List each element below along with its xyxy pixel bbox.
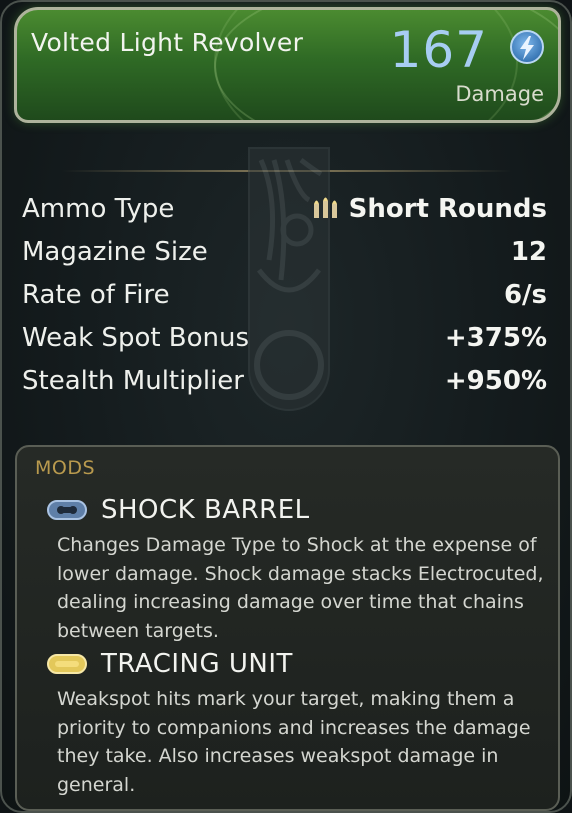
stat-row-magazine-size: Magazine Size 12 <box>22 237 547 280</box>
mods-panel: MODS SHOCK BARREL Changes Damage Type to… <box>15 445 560 811</box>
weapon-tooltip-card: Volted Light Revolver 167 Damage Ammo Ty… <box>0 0 572 813</box>
damage-label: Damage <box>455 82 544 106</box>
stat-value: 6/s <box>503 280 547 310</box>
mod-description: Changes Damage Type to Shock at the expe… <box>57 534 544 642</box>
damage-value: 167 <box>389 21 488 79</box>
stat-label: Magazine Size <box>22 237 208 267</box>
stat-row-weak-spot-bonus: Weak Spot Bonus +375% <box>22 323 547 366</box>
stat-label: Weak Spot Bonus <box>22 323 250 353</box>
mods-header: MODS <box>35 457 96 479</box>
mod-name: TRACING UNIT <box>101 649 293 679</box>
lightning-bolt-icon <box>510 30 544 64</box>
short-rounds-ammo-icon <box>313 197 337 218</box>
stat-row-stealth-multiplier: Stealth Multiplier +950% <box>22 366 547 409</box>
stat-row-ammo-type: Ammo Type Short Rounds <box>22 194 547 237</box>
tracing-unit-mod-icon <box>47 654 87 674</box>
stat-label: Ammo Type <box>22 194 175 224</box>
mod-name: SHOCK BARREL <box>101 495 310 525</box>
weapon-name: Volted Light Revolver <box>31 28 304 57</box>
stat-label: Stealth Multiplier <box>22 366 244 396</box>
stat-row-rate-of-fire: Rate of Fire 6/s <box>22 280 547 323</box>
mod-description: Weakspot hits mark your target, making t… <box>57 688 531 796</box>
stat-label: Rate of Fire <box>22 280 170 310</box>
stats-list: Ammo Type Short Rounds Magazine Size 12 … <box>22 194 547 409</box>
shock-barrel-mod-icon <box>47 500 87 520</box>
stat-value: 12 <box>510 237 547 267</box>
stat-value: Short Rounds <box>313 194 547 224</box>
stat-value: +950% <box>444 366 547 396</box>
weapon-header: Volted Light Revolver 167 Damage <box>14 7 561 123</box>
ammo-type-value: Short Rounds <box>348 194 547 224</box>
stat-value: +375% <box>444 323 547 353</box>
